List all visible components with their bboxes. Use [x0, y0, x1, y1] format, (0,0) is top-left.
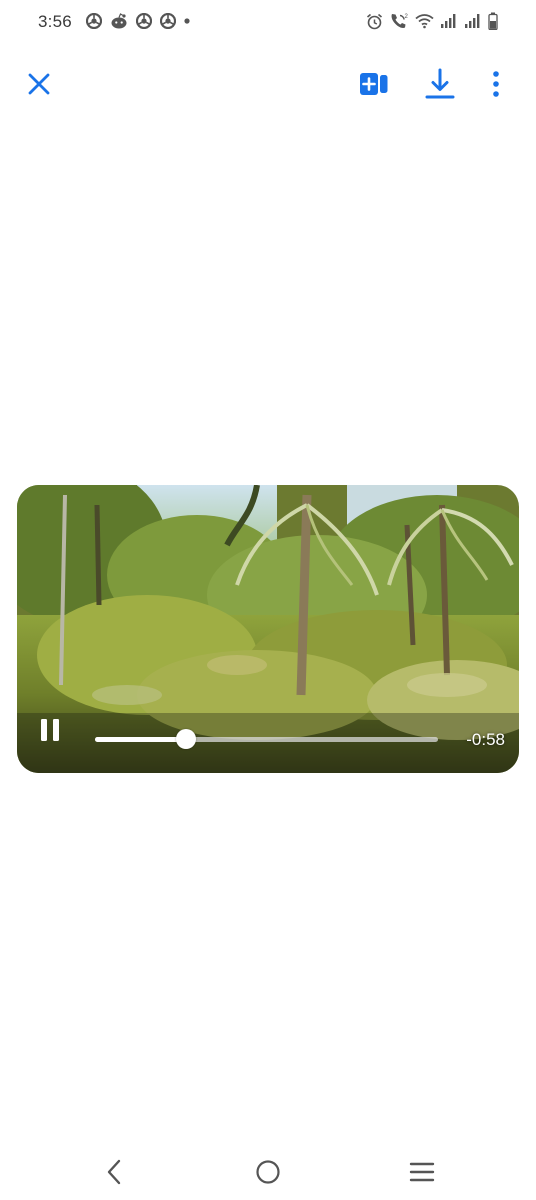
- signal-icon: [465, 14, 480, 28]
- wifi-calling-icon: 2: [391, 14, 409, 28]
- battery-icon: [488, 12, 498, 30]
- back-icon: [107, 1159, 121, 1185]
- svg-text:2: 2: [405, 14, 409, 20]
- notification-icons: [86, 13, 190, 29]
- chrome-icon: [160, 13, 176, 29]
- recents-button[interactable]: [398, 1152, 446, 1192]
- alarm-icon: [366, 13, 383, 29]
- pause-icon: [41, 719, 59, 741]
- reddit-icon: [111, 13, 127, 29]
- viewer-toolbar: [0, 56, 536, 112]
- download-icon: [425, 68, 455, 99]
- add-to-album-icon: [360, 73, 388, 95]
- seek-bar-thumb[interactable]: [175, 729, 196, 749]
- seek-bar[interactable]: [95, 729, 438, 749]
- home-icon: [256, 1160, 280, 1184]
- add-to-album-button[interactable]: [350, 56, 398, 112]
- signal-icon: [441, 14, 456, 28]
- video-player[interactable]: -0:58: [17, 485, 519, 773]
- chrome-icon: [136, 13, 152, 29]
- more-notifications-dot-icon: [184, 18, 190, 24]
- screen: 3:56 2 -0:58: [0, 0, 536, 1200]
- wifi-icon: [415, 14, 434, 29]
- close-icon: [28, 73, 50, 95]
- status-time: 3:56: [38, 12, 72, 31]
- seek-bar-progress: [95, 737, 186, 742]
- pause-button[interactable]: [33, 713, 67, 747]
- recents-icon: [409, 1162, 435, 1182]
- close-button[interactable]: [15, 56, 63, 112]
- home-button[interactable]: [244, 1152, 292, 1192]
- chrome-icon: [86, 13, 102, 29]
- system-nav-bar: [0, 1144, 536, 1200]
- system-icons: 2: [366, 12, 498, 30]
- more-options-button[interactable]: [472, 56, 520, 112]
- video-frame: [17, 485, 519, 773]
- status-bar: 3:56 2: [0, 0, 536, 44]
- back-button[interactable]: [90, 1152, 138, 1192]
- more-vert-icon: [493, 71, 499, 97]
- download-button[interactable]: [416, 56, 464, 112]
- time-remaining: -0:58: [466, 730, 505, 749]
